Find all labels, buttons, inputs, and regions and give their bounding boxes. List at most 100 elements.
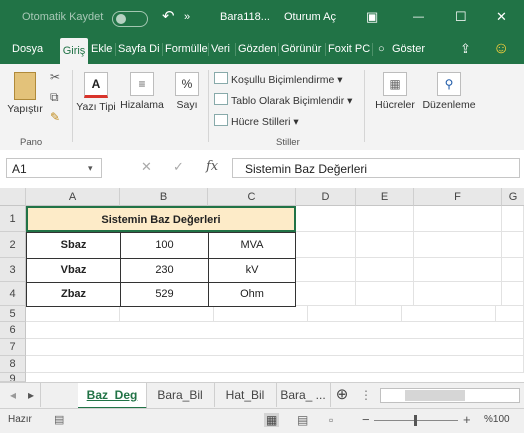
tab-options-icon[interactable]: ⋮ [356, 383, 376, 407]
cell[interactable] [414, 206, 502, 232]
cell[interactable] [356, 258, 414, 282]
conditional-formatting-button[interactable]: Koşullu Biçimlendirme ▾ [214, 72, 343, 86]
paste-button[interactable]: Yapıştır [4, 72, 46, 116]
sign-in-link[interactable]: Oturum Aç [284, 0, 336, 34]
zoom-level[interactable]: %100 [484, 414, 510, 425]
column-header[interactable]: G [502, 188, 524, 206]
cell[interactable] [414, 258, 502, 282]
cancel-icon[interactable]: ✕ [141, 159, 152, 175]
sheet-tab[interactable]: Bara_ ... [276, 383, 331, 407]
row-header[interactable]: 9 [0, 373, 26, 382]
label-cell[interactable]: Vbaz [26, 258, 121, 283]
value-cell[interactable]: 230 [120, 258, 209, 283]
cell[interactable] [296, 282, 356, 306]
scroll-right-icon[interactable]: ▸ [22, 383, 41, 407]
more-commands-icon[interactable]: » [184, 0, 190, 34]
value-cell[interactable]: 529 [120, 282, 209, 307]
smiley-icon[interactable]: ☺ [493, 34, 511, 64]
sheet-tab[interactable]: Bara_Bil [146, 383, 215, 407]
minimize-icon[interactable]: — [413, 0, 424, 34]
tab-formulas[interactable]: Formülle [165, 34, 208, 64]
normal-view-icon[interactable]: ▦ [264, 413, 280, 427]
tab-file[interactable]: Dosya [12, 34, 44, 64]
tab-data[interactable]: Veri [211, 34, 235, 64]
empty-row[interactable] [26, 339, 524, 356]
scrollbar-thumb[interactable] [405, 390, 465, 401]
cell[interactable] [296, 258, 356, 282]
row-header[interactable]: 5 [0, 306, 26, 322]
cell-styles-button[interactable]: Hücre Stilleri ▾ [214, 114, 299, 128]
empty-row[interactable] [26, 356, 524, 373]
row-header[interactable]: 1 [0, 206, 26, 232]
cell[interactable] [296, 206, 356, 232]
empty-row[interactable] [26, 306, 524, 322]
format-painter-icon[interactable]: ✎ [50, 110, 60, 124]
copy-icon[interactable]: ⧉ [50, 90, 59, 105]
macro-record-icon[interactable]: ▤ [54, 413, 64, 426]
cell[interactable] [356, 206, 414, 232]
title-cell[interactable]: Sistemin Baz Değerleri [26, 206, 296, 232]
value-cell[interactable]: 100 [120, 232, 209, 259]
undo-icon[interactable]: ↶ [162, 0, 175, 34]
enter-icon[interactable]: ✓ [173, 159, 184, 175]
unit-cell[interactable]: Ohm [208, 282, 296, 307]
number-button[interactable]: % Sayı [170, 72, 204, 112]
column-header[interactable]: D [296, 188, 356, 206]
add-sheet-icon[interactable]: ⊕ [332, 383, 352, 407]
editing-button[interactable]: ⚲ Düzenleme [420, 72, 478, 112]
page-layout-view-icon[interactable]: ▤ [297, 413, 308, 427]
close-icon[interactable]: ✕ [496, 0, 507, 34]
label-cell[interactable]: Zbaz [26, 282, 121, 307]
worksheet-grid[interactable]: A B C D E F G 1 2 3 4 5 6 7 8 9 Sistemin… [0, 188, 524, 382]
sheet-tab[interactable]: Baz_Deg [78, 383, 147, 409]
row-header[interactable]: 4 [0, 282, 26, 306]
cell[interactable] [356, 232, 414, 258]
tab-review[interactable]: Gözden [238, 34, 278, 64]
row-header[interactable]: 3 [0, 258, 26, 282]
ribbon-display-icon[interactable]: ▣ [366, 0, 378, 34]
autosave-toggle[interactable] [112, 11, 148, 27]
tab-view[interactable]: Görünür [281, 34, 325, 64]
cells-button[interactable]: ▦ Hücreler [370, 72, 420, 112]
unit-cell[interactable]: MVA [208, 232, 296, 259]
label-cell[interactable]: Sbaz [26, 232, 121, 259]
scroll-left-icon[interactable]: ◂ [4, 383, 22, 407]
tab-insert[interactable]: Ekle [91, 34, 115, 64]
tab-foxit[interactable]: Foxit PC [328, 34, 372, 64]
cell[interactable] [296, 232, 356, 258]
cell[interactable] [414, 232, 502, 258]
cell[interactable] [502, 258, 524, 282]
column-header[interactable]: F [414, 188, 502, 206]
formula-input[interactable]: Sistemin Baz Değerleri [232, 158, 520, 178]
column-header[interactable]: C [208, 188, 296, 206]
cell[interactable] [414, 282, 502, 306]
share-icon[interactable]: ⇪ [460, 34, 474, 64]
row-header[interactable]: 6 [0, 322, 26, 339]
insert-function-icon[interactable]: fx [206, 159, 218, 174]
tell-me-search[interactable]: Göster [392, 34, 428, 64]
sheet-tab[interactable]: Hat_Bil [214, 383, 277, 407]
cut-icon[interactable]: ✂ [50, 70, 60, 84]
zoom-in-icon[interactable]: + [463, 412, 471, 427]
row-header[interactable]: 7 [0, 339, 26, 356]
column-header[interactable]: E [356, 188, 414, 206]
unit-cell[interactable]: kV [208, 258, 296, 283]
column-header[interactable]: B [120, 188, 208, 206]
cell[interactable] [502, 232, 524, 258]
cell[interactable] [356, 282, 414, 306]
zoom-slider[interactable] [374, 415, 458, 426]
tab-page-layout[interactable]: Sayfa Di [118, 34, 162, 64]
empty-row[interactable] [26, 322, 524, 339]
maximize-icon[interactable]: ☐ [455, 0, 467, 34]
name-box-dropdown-icon[interactable]: ▾ [88, 163, 93, 174]
cell[interactable] [502, 282, 524, 306]
zoom-out-icon[interactable]: − [362, 412, 370, 427]
select-all-corner[interactable] [0, 188, 26, 206]
zoom-slider-thumb[interactable] [414, 415, 417, 426]
column-header[interactable]: A [26, 188, 120, 206]
tab-home[interactable]: Giriş [60, 38, 88, 64]
row-header[interactable]: 2 [0, 232, 26, 258]
format-as-table-button[interactable]: Tablo Olarak Biçimlendir ▾ [214, 93, 352, 107]
horizontal-scrollbar[interactable] [380, 388, 520, 403]
row-header[interactable]: 8 [0, 356, 26, 373]
